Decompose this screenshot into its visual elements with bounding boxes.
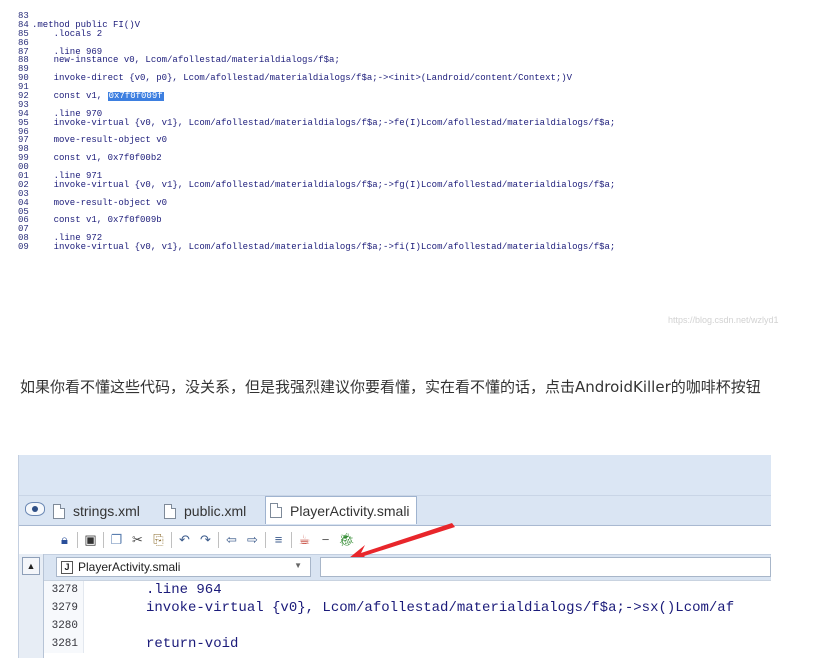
code-text: .locals 2 bbox=[32, 28, 103, 39]
toolbar-separator bbox=[218, 532, 219, 548]
watermark-text: https://blog.csdn.net/wzlyd1 bbox=[668, 315, 779, 325]
editor-line-number: 3281 bbox=[44, 635, 84, 653]
tab-label: strings.xml bbox=[73, 503, 140, 519]
code-text: move-result-object v0 bbox=[32, 197, 168, 208]
cut-icon[interactable]: ✂ bbox=[129, 531, 146, 548]
code-text: move-result-object v0 bbox=[32, 135, 168, 146]
back-icon[interactable]: ⇦ bbox=[223, 531, 240, 548]
editor-line-number: 3279 bbox=[44, 599, 84, 617]
code-line: 04 move-result-object v0 bbox=[18, 197, 815, 208]
code-line: 85 .locals 2 bbox=[18, 28, 815, 39]
code-line: 97 move-result-object v0 bbox=[18, 136, 815, 145]
editor-code-text: invoke-virtual {v0}, Lcom/afollestad/mat… bbox=[146, 600, 735, 616]
code-line: 95 invoke-virtual {v0, v1}, Lcom/afolles… bbox=[18, 117, 815, 128]
tab-strings-xml[interactable]: strings.xml bbox=[53, 500, 140, 522]
editor-line: 3278 .line 964 bbox=[44, 581, 771, 599]
code-text: const v1, 0x7f0f009b bbox=[32, 215, 162, 226]
toolbar-separator bbox=[171, 532, 172, 548]
code-text: const v1, bbox=[32, 91, 108, 102]
selected-resource-id: 0x7f0f009f bbox=[107, 91, 164, 102]
article-paragraph: 如果你看不懂这些代码，没关系，但是我强烈建议你要看懂，实在看不懂的话，点击And… bbox=[20, 378, 761, 396]
toolbar-separator bbox=[291, 532, 292, 548]
paste-icon[interactable]: ⎘ bbox=[150, 531, 167, 548]
code-line: 93 bbox=[18, 100, 815, 110]
file-icon bbox=[164, 503, 176, 519]
editor-line-number: 3278 bbox=[44, 581, 84, 599]
code-line: 86 bbox=[18, 38, 815, 48]
toolbar-separator bbox=[265, 532, 266, 548]
code-line: 99 const v1, 0x7f0f00b2 bbox=[18, 154, 815, 163]
tab-public-xml[interactable]: public.xml bbox=[164, 500, 246, 522]
code-line: 88 new-instance v0, Lcom/afollestad/mate… bbox=[18, 56, 815, 65]
code-line: 07 bbox=[18, 225, 815, 234]
code-line: 84 .method public FI()V bbox=[18, 20, 815, 30]
toolbar-separator bbox=[77, 532, 78, 548]
file-icon bbox=[270, 503, 282, 518]
androidkiller-screenshot: strings.xml public.xml PlayerActivity.sm… bbox=[18, 455, 771, 658]
redo-icon[interactable]: ↷ bbox=[197, 531, 214, 548]
code-editor[interactable]: 3278 .line 964 3279 invoke-virtual {v0}, Lc… bbox=[44, 580, 771, 658]
left-side-panel: ▲ bbox=[19, 554, 44, 658]
editor-line: 3280 bbox=[44, 617, 771, 635]
java-file-icon: J bbox=[61, 560, 73, 574]
java-coffee-icon[interactable]: ☕︎ bbox=[296, 531, 313, 548]
code-text: invoke-virtual {v0, v1}, Lcom/afollestad… bbox=[32, 242, 616, 253]
line-number: 09 bbox=[18, 242, 29, 253]
code-line: 09 invoke-virtual {v0, v1}, Lcom/afolles… bbox=[18, 243, 815, 252]
smali-code-snippet: 83 84 .method public FI()V 85 .locals 2 86 87… bbox=[18, 12, 815, 336]
save-icon[interactable]: ▣ bbox=[82, 531, 99, 548]
editor-code-text: return-void bbox=[146, 636, 239, 652]
eye-icon[interactable] bbox=[25, 502, 45, 516]
file-combo-value: PlayerActivity.smali bbox=[78, 560, 181, 574]
editor-line-number: 3280 bbox=[44, 617, 84, 635]
minus-icon[interactable]: − bbox=[317, 531, 334, 548]
tab-label: public.xml bbox=[184, 503, 247, 519]
file-select-combo[interactable]: J PlayerActivity.smali ▼ bbox=[56, 557, 311, 577]
window-top-area bbox=[19, 455, 771, 496]
copy-icon[interactable]: ❐ bbox=[108, 531, 125, 548]
code-text: new-instance v0, Lcom/afollestad/materia… bbox=[32, 55, 340, 66]
forward-icon[interactable]: ⇨ bbox=[244, 531, 261, 548]
method-select-combo[interactable] bbox=[320, 557, 771, 577]
scroll-up-icon[interactable]: ▲ bbox=[22, 557, 40, 575]
code-line: 90 invoke-direct {v0, p0}, Lcom/afollest… bbox=[18, 74, 815, 83]
code-text: invoke-virtual {v0, v1}, Lcom/afollestad… bbox=[32, 117, 616, 128]
lock-icon[interactable]: 🔒︎ bbox=[56, 531, 73, 548]
code-line: 00 bbox=[18, 163, 815, 172]
editor-code-text: .line 964 bbox=[146, 582, 222, 598]
undo-icon[interactable]: ↶ bbox=[176, 531, 193, 548]
code-line: 02 invoke-virtual {v0, v1}, Lcom/afolles… bbox=[18, 179, 815, 190]
file-icon bbox=[53, 503, 65, 519]
toolbar-separator bbox=[103, 532, 104, 548]
editor-line: 3281 return-void bbox=[44, 635, 771, 653]
code-line: 06 const v1, 0x7f0f009b bbox=[18, 216, 815, 225]
code-line: 92 const v1, 0x7f0f009f bbox=[18, 92, 815, 101]
editor-line: 3279 invoke-virtual {v0}, Lcom/afollestad… bbox=[44, 599, 771, 617]
chevron-down-icon[interactable]: ▼ bbox=[294, 561, 302, 570]
format-icon[interactable]: ≡ bbox=[270, 531, 287, 548]
code-text: invoke-virtual {v0, v1}, Lcom/afollestad… bbox=[32, 179, 616, 190]
code-text: const v1, 0x7f0f00b2 bbox=[32, 153, 162, 164]
code-text: invoke-direct {v0, p0}, Lcom/afollestad/… bbox=[32, 73, 573, 84]
editor-code-text bbox=[84, 617, 146, 635]
